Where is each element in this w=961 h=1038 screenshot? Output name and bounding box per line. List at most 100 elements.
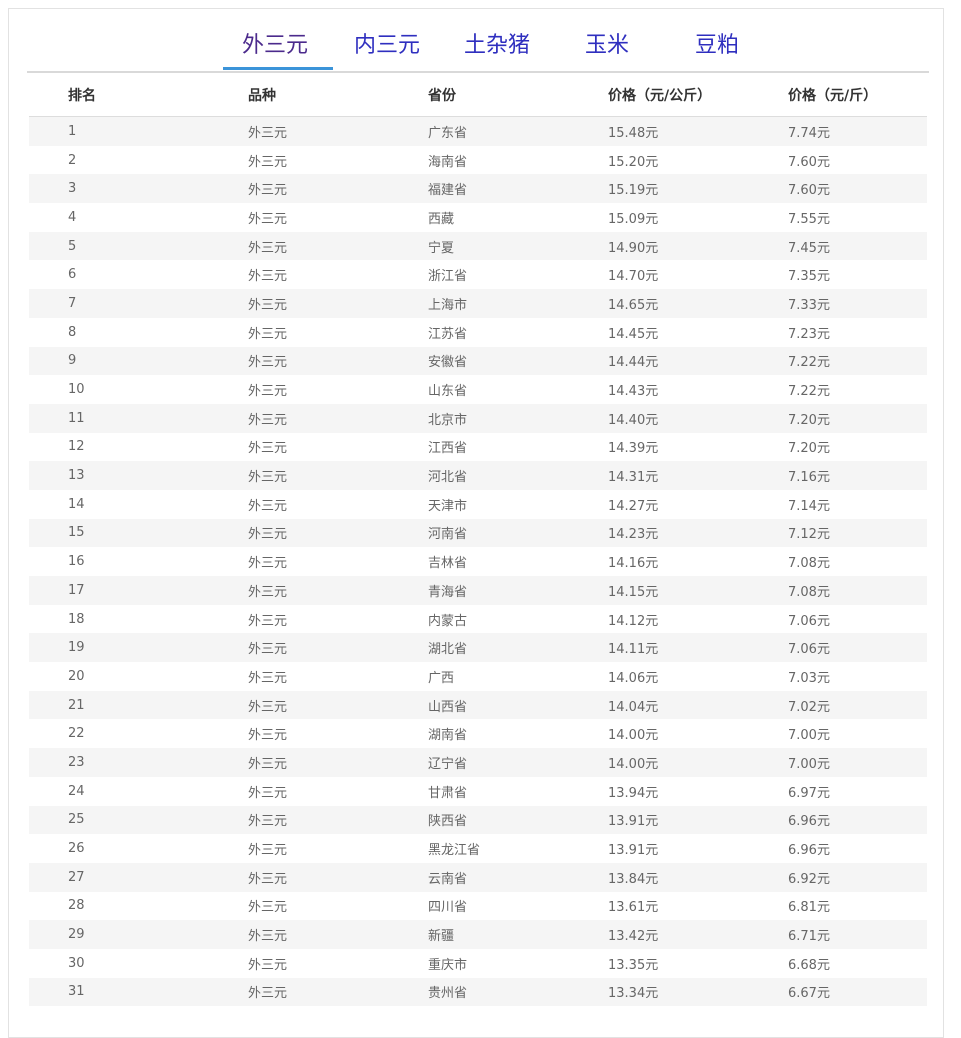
price-jin-cell: 6.92元 xyxy=(749,862,927,892)
variety-cell: 外三元 xyxy=(209,776,389,806)
price-table: 排名 品种 省份 价格（元/公斤） 价格（元/斤） 1 外三元 广东省 15.48元 7… xyxy=(29,73,927,1007)
province-cell: 海南省 xyxy=(389,145,569,175)
price-jin-cell: 7.74元 xyxy=(749,116,927,146)
rank-cell: 29 xyxy=(29,920,209,949)
province-cell: 山西省 xyxy=(389,690,569,720)
price-kg-cell: 13.61元 xyxy=(569,891,749,921)
province-cell: 西藏 xyxy=(389,203,569,232)
variety-cell: 外三元 xyxy=(209,145,389,175)
table-row: 13 外三元 河北省 14.31元 7.16元 xyxy=(29,461,927,490)
province-cell: 北京市 xyxy=(389,403,569,433)
variety-cell: 外三元 xyxy=(209,461,389,490)
variety-cell: 外三元 xyxy=(209,289,389,318)
table-row: 7 外三元 上海市 14.65元 7.33元 xyxy=(29,289,927,318)
header-province: 省份 xyxy=(389,73,569,117)
price-jin-cell: 7.08元 xyxy=(749,576,927,605)
table-row: 5 外三元 宁夏 14.90元 7.45元 xyxy=(29,231,927,261)
price-jin-cell: 6.97元 xyxy=(749,776,927,806)
price-jin-cell: 6.96元 xyxy=(749,834,927,863)
rank-cell: 22 xyxy=(29,719,209,749)
price-jin-cell: 7.45元 xyxy=(749,231,927,261)
table-row: 17 外三元 青海省 14.15元 7.08元 xyxy=(29,576,927,605)
price-jin-cell: 7.00元 xyxy=(749,719,927,749)
province-cell: 上海市 xyxy=(389,289,569,318)
price-kg-cell: 14.00元 xyxy=(569,719,749,749)
rank-cell: 24 xyxy=(29,776,209,806)
price-kg-cell: 14.06元 xyxy=(569,662,749,691)
header-rank: 排名 xyxy=(29,73,209,117)
tab-tu-za-zhu[interactable]: 土杂猪 xyxy=(464,31,530,61)
price-jin-cell: 7.16元 xyxy=(749,461,927,490)
tab-dou-po[interactable]: 豆粕 xyxy=(695,31,739,61)
price-kg-cell: 14.65元 xyxy=(569,289,749,318)
table-row: 30 外三元 重庆市 13.35元 6.68元 xyxy=(29,948,927,978)
tab-wai-san-yuan[interactable]: 外三元 xyxy=(242,31,308,61)
province-cell: 浙江省 xyxy=(389,260,569,290)
variety-cell: 外三元 xyxy=(209,604,389,634)
table-row: 21 外三元 山西省 14.04元 7.02元 xyxy=(29,690,927,720)
price-kg-cell: 14.40元 xyxy=(569,403,749,433)
price-kg-cell: 13.91元 xyxy=(569,805,749,835)
province-cell: 贵州省 xyxy=(389,977,569,1007)
table-row: 12 外三元 江西省 14.39元 7.20元 xyxy=(29,432,927,462)
price-kg-cell: 14.23元 xyxy=(569,518,749,548)
price-jin-cell: 6.68元 xyxy=(749,948,927,978)
header-variety: 品种 xyxy=(209,73,389,117)
rank-cell: 7 xyxy=(29,289,209,318)
rank-cell: 13 xyxy=(29,461,209,490)
province-cell: 甘肃省 xyxy=(389,776,569,806)
table-row: 10 外三元 山东省 14.43元 7.22元 xyxy=(29,375,927,404)
price-jin-cell: 7.20元 xyxy=(749,403,927,433)
rank-cell: 1 xyxy=(29,116,209,146)
price-kg-cell: 14.27元 xyxy=(569,489,749,519)
rank-cell: 11 xyxy=(29,403,209,433)
price-panel: 外三元 内三元 土杂猪 玉米 豆粕 排名 品种 省份 价格（元/公斤） 价格（元… xyxy=(8,8,944,1038)
table-row: 11 外三元 北京市 14.40元 7.20元 xyxy=(29,403,927,433)
tab-yu-mi[interactable]: 玉米 xyxy=(585,31,629,61)
price-kg-cell: 13.42元 xyxy=(569,920,749,949)
variety-cell: 外三元 xyxy=(209,547,389,576)
price-kg-cell: 13.94元 xyxy=(569,776,749,806)
variety-cell: 外三元 xyxy=(209,317,389,347)
active-tab-indicator xyxy=(223,67,333,70)
category-tabs: 外三元 内三元 土杂猪 玉米 豆粕 xyxy=(27,9,929,73)
price-kg-cell: 14.04元 xyxy=(569,690,749,720)
price-jin-cell: 7.12元 xyxy=(749,518,927,548)
price-jin-cell: 7.06元 xyxy=(749,633,927,663)
rank-cell: 18 xyxy=(29,604,209,634)
rank-cell: 8 xyxy=(29,317,209,347)
rank-cell: 9 xyxy=(29,346,209,376)
rank-cell: 26 xyxy=(29,834,209,863)
rank-cell: 17 xyxy=(29,576,209,605)
price-kg-cell: 14.39元 xyxy=(569,432,749,462)
price-kg-cell: 14.44元 xyxy=(569,346,749,376)
variety-cell: 外三元 xyxy=(209,719,389,749)
price-kg-cell: 14.45元 xyxy=(569,317,749,347)
price-jin-cell: 7.00元 xyxy=(749,748,927,777)
table-row: 15 外三元 河南省 14.23元 7.12元 xyxy=(29,518,927,548)
table-row: 3 外三元 福建省 15.19元 7.60元 xyxy=(29,174,927,204)
price-jin-cell: 6.96元 xyxy=(749,805,927,835)
price-jin-cell: 7.02元 xyxy=(749,690,927,720)
price-kg-cell: 13.35元 xyxy=(569,948,749,978)
variety-cell: 外三元 xyxy=(209,403,389,433)
variety-cell: 外三元 xyxy=(209,116,389,146)
price-jin-cell: 7.55元 xyxy=(749,203,927,232)
variety-cell: 外三元 xyxy=(209,489,389,519)
variety-cell: 外三元 xyxy=(209,260,389,290)
variety-cell: 外三元 xyxy=(209,633,389,663)
province-cell: 黑龙江省 xyxy=(389,834,569,863)
province-cell: 安徽省 xyxy=(389,346,569,376)
table-row: 1 外三元 广东省 15.48元 7.74元 xyxy=(29,116,927,146)
rank-cell: 5 xyxy=(29,231,209,261)
province-cell: 湖北省 xyxy=(389,633,569,663)
variety-cell: 外三元 xyxy=(209,662,389,691)
table-header-row: 排名 品种 省份 价格（元/公斤） 价格（元/斤） xyxy=(29,73,927,117)
table-row: 8 外三元 江苏省 14.45元 7.23元 xyxy=(29,317,927,347)
price-jin-cell: 7.35元 xyxy=(749,260,927,290)
price-kg-cell: 13.34元 xyxy=(569,977,749,1007)
table-row: 23 外三元 辽宁省 14.00元 7.00元 xyxy=(29,748,927,777)
tab-nei-san-yuan[interactable]: 内三元 xyxy=(354,31,420,61)
table-row: 29 外三元 新疆 13.42元 6.71元 xyxy=(29,920,927,949)
price-kg-cell: 14.43元 xyxy=(569,375,749,404)
